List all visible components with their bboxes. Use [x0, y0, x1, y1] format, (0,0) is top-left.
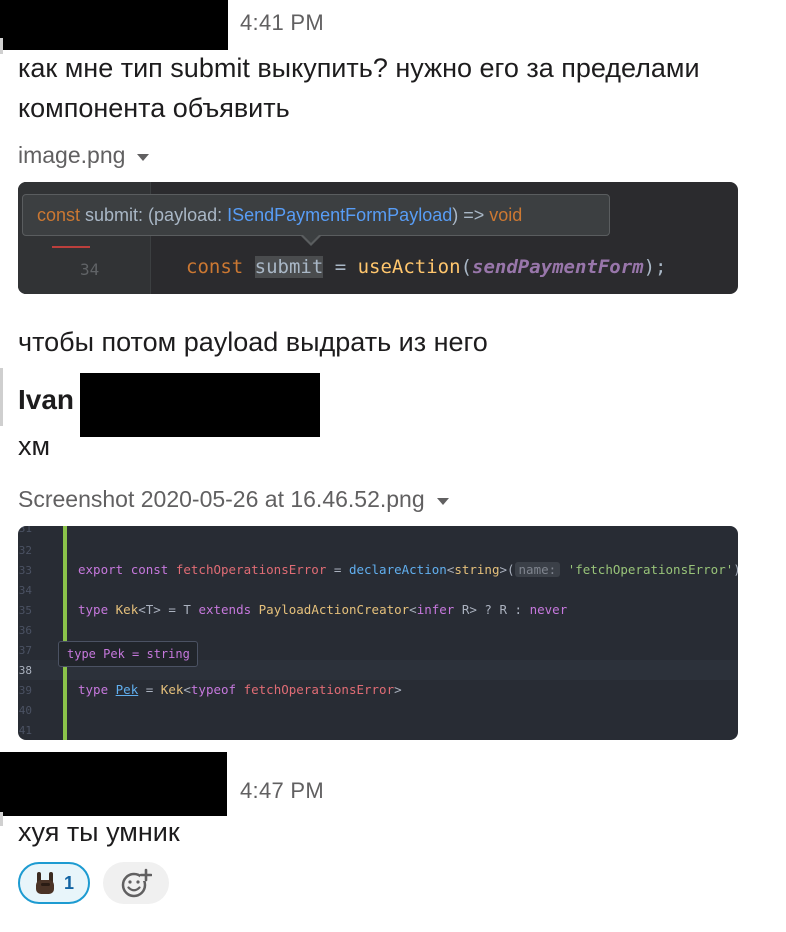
error-marker: [52, 246, 90, 248]
line-number: 39: [18, 684, 32, 697]
tooltip-arrow-inner: [303, 235, 319, 243]
vcs-change-bar: [63, 526, 67, 740]
line-number: 31: [18, 526, 32, 535]
chevron-down-icon[interactable]: [137, 153, 150, 161]
line-number: 34: [18, 584, 32, 597]
line-number: 32: [18, 544, 32, 557]
code-line: type Pek = Kek<typeof fetchOperationsErr…: [78, 682, 402, 697]
redacted-name: [80, 373, 320, 437]
line-number: 38: [18, 664, 32, 677]
line-number: 40: [18, 704, 32, 717]
attachment-filename[interactable]: Screenshot 2020-05-26 at 16.46.52.png: [18, 486, 425, 513]
add-emoji-icon: [121, 868, 152, 898]
line-number: 37: [18, 644, 32, 657]
chevron-down-icon[interactable]: [436, 497, 449, 505]
type-tooltip: const submit: (payload: ISendPaymentForm…: [22, 194, 610, 236]
author-name[interactable]: Ivan: [18, 384, 74, 416]
line-number: 36: [18, 624, 32, 637]
code-line: type Kek<T> = T extends PayloadActionCre…: [78, 602, 568, 617]
code-line: export const fetchOperationsError = decl…: [78, 562, 738, 577]
type-tooltip: type Pek = string: [58, 641, 198, 667]
avatar-edge: [0, 812, 3, 826]
attachment-title[interactable]: image.png: [18, 142, 150, 169]
redacted-name: [0, 752, 227, 816]
avatar-edge: [0, 38, 3, 54]
image-attachment[interactable]: 31 32 33 34 35 36 37 38 39 40 41 export …: [18, 526, 738, 740]
line-number: 35: [18, 604, 32, 617]
code-line: const submit = useAction(sendPaymentForm…: [186, 256, 667, 278]
message-text: как мне тип submit выкупить? нужно его з…: [18, 53, 700, 123]
attachment-filename[interactable]: image.png: [18, 142, 125, 169]
reaction-sign-of-horns[interactable]: 1: [18, 862, 90, 904]
timestamp[interactable]: 4:47 PM: [240, 778, 324, 804]
message-text: хм: [18, 431, 51, 461]
add-reaction-button[interactable]: [103, 862, 169, 904]
line-number: 41: [18, 724, 32, 737]
timestamp[interactable]: 4:41 PM: [240, 10, 324, 36]
image-attachment[interactable]: 34 const submit = useAction(sendPaymentF…: [18, 182, 738, 294]
line-number: 34: [80, 260, 100, 279]
message-text: чтобы потом payload выдрать из него: [18, 327, 488, 357]
redacted-name: [0, 0, 228, 50]
line-number: 33: [18, 564, 32, 577]
sign-of-horns-icon: [35, 872, 54, 894]
reaction-count: 1: [63, 872, 74, 893]
message-text: хуя ты умник: [18, 817, 180, 847]
avatar[interactable]: [0, 368, 3, 426]
attachment-title[interactable]: Screenshot 2020-05-26 at 16.46.52.png: [18, 486, 449, 513]
